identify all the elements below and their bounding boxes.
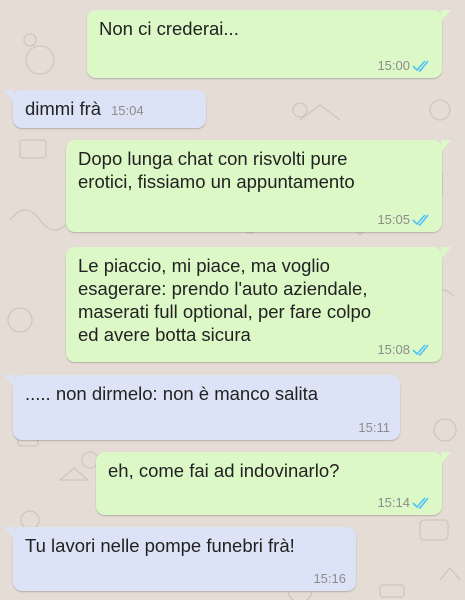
message-text: ..... non dirmelo: non è manco salita — [25, 383, 319, 404]
message-incoming-2[interactable]: ..... non dirmelo: non è manco salita 15… — [4, 375, 400, 440]
message-text: Dopo lunga chat con risvolti pure erotic… — [78, 148, 355, 192]
message-outgoing-2[interactable]: Dopo lunga chat con risvolti pure erotic… — [66, 140, 451, 232]
double-check-icon — [412, 213, 429, 226]
message-text: dimmi frà — [25, 98, 102, 119]
chat-area: Non ci crederai... 15:00 dimmi frà 15:04 … — [0, 0, 465, 600]
message-text: eh, come fai ad indovinarlo? — [108, 460, 340, 481]
message-text: Tu lavori nelle pompe funebri frà! — [25, 535, 295, 556]
message-outgoing-1[interactable]: Non ci crederai... 15:00 — [87, 10, 451, 78]
message-meta: 15:00 — [377, 58, 432, 73]
message-time: 15:11 — [358, 420, 390, 435]
message-outgoing-4[interactable]: eh, come fai ad indovinarlo? 15:14 — [96, 452, 451, 515]
double-check-icon — [412, 59, 429, 72]
message-time: 15:00 — [377, 58, 410, 73]
message-time: 15:05 — [377, 212, 410, 227]
message-meta: 15:16 — [313, 571, 346, 586]
double-check-icon — [412, 343, 429, 356]
message-time: 15:14 — [377, 495, 410, 510]
message-meta: 15:14 — [377, 495, 432, 510]
message-time: 15:16 — [313, 571, 346, 586]
message-time: 15:04 — [111, 103, 144, 118]
message-incoming-1[interactable]: dimmi frà 15:04 — [4, 90, 206, 128]
message-incoming-3[interactable]: Tu lavori nelle pompe funebri frà! 15:16 — [4, 527, 356, 591]
double-check-icon — [412, 496, 429, 509]
message-time: 15:08 — [377, 342, 410, 357]
message-meta: 15:08 — [377, 342, 432, 357]
message-outgoing-3[interactable]: Le piaccio, mi piace, ma voglio esagerar… — [66, 247, 451, 362]
message-text: Non ci crederai... — [99, 18, 239, 39]
message-text: Le piaccio, mi piace, ma voglio esagerar… — [78, 255, 372, 345]
message-meta: 15:05 — [377, 212, 432, 227]
message-meta: 15:11 — [358, 420, 390, 435]
